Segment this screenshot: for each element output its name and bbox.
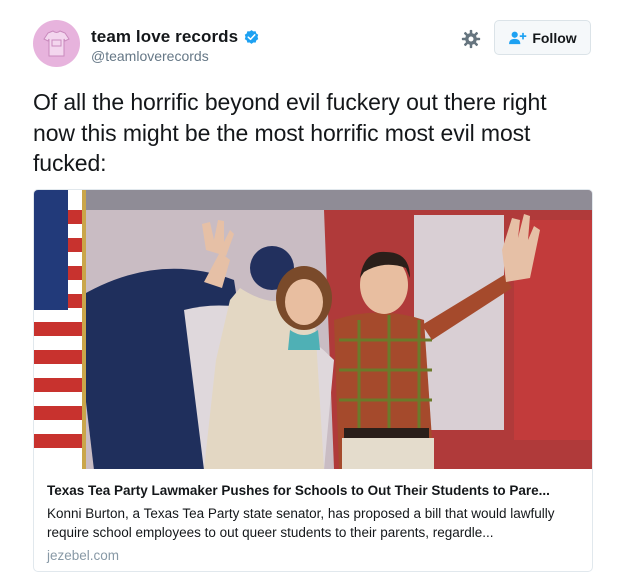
gear-icon[interactable] (461, 29, 481, 49)
verified-badge-icon (244, 29, 259, 44)
card-title[interactable]: Texas Tea Party Lawmaker Pushes for Scho… (47, 483, 577, 498)
t-shirt-logo-icon (43, 30, 70, 57)
card-description: Konni Burton, a Texas Tea Party state se… (47, 506, 555, 540)
account-handle[interactable]: @teamloverecords (91, 48, 209, 64)
card-photo[interactable] (34, 190, 592, 469)
avatar[interactable] (33, 20, 80, 67)
link-card[interactable]: Texas Tea Party Lawmaker Pushes for Scho… (33, 189, 593, 572)
card-body[interactable]: Texas Tea Party Lawmaker Pushes for Scho… (47, 483, 577, 563)
follow-button[interactable]: Follow (494, 20, 591, 55)
account-name-row[interactable]: team love records (91, 27, 260, 47)
follow-button-label: Follow (532, 29, 577, 46)
add-user-icon (509, 31, 527, 44)
card-photo-illustration (34, 190, 592, 469)
tweet-text: Of all the horrific beyond evil fuckery … (33, 89, 547, 176)
display-name[interactable]: team love records (91, 27, 238, 47)
card-domain[interactable]: jezebel.com (47, 548, 577, 563)
